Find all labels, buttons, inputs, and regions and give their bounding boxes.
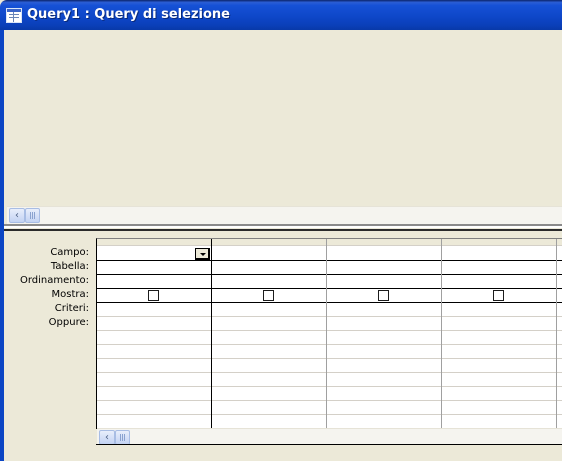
chevron-left-icon[interactable]: ‹: [9, 208, 25, 223]
chevron-left-icon[interactable]: ‹: [99, 430, 115, 445]
pane-splitter-highlight: [4, 226, 562, 228]
grid-row-labels: Campo: Tabella: Ordinamento: Mostra: Cri…: [4, 238, 89, 338]
pane-splitter-shadow: [4, 229, 562, 231]
row-label-tabella: Tabella:: [50, 261, 89, 272]
grid-bottom-border: [96, 444, 562, 445]
table-pane[interactable]: [7, 30, 562, 206]
row-label-oppure: Oppure:: [48, 317, 89, 328]
show-checkbox-4[interactable]: [493, 290, 504, 301]
grid-horizontal-scrollbar[interactable]: ‹: [97, 428, 562, 445]
window-title: Query1 : Query di selezione: [27, 7, 230, 22]
row-label-ordinamento: Ordinamento:: [19, 275, 89, 286]
query-icon[interactable]: [6, 8, 22, 23]
show-checkbox-1[interactable]: [148, 290, 159, 301]
field-dropdown-button[interactable]: [195, 248, 210, 260]
show-checkbox-3[interactable]: [378, 290, 389, 301]
row-label-mostra: Mostra:: [51, 289, 90, 300]
row-label-criteri: Criteri:: [54, 303, 89, 314]
show-checkbox-2[interactable]: [263, 290, 274, 301]
scrollbar-thumb[interactable]: [25, 208, 40, 223]
table-pane-horizontal-scrollbar[interactable]: ‹: [7, 206, 562, 224]
row-label-campo: Campo:: [50, 247, 89, 258]
scrollbar-thumb[interactable]: [115, 430, 130, 445]
query-design-grid[interactable]: [96, 238, 562, 429]
window-title-bar[interactable]: Query1 : Query di selezione: [0, 0, 562, 30]
